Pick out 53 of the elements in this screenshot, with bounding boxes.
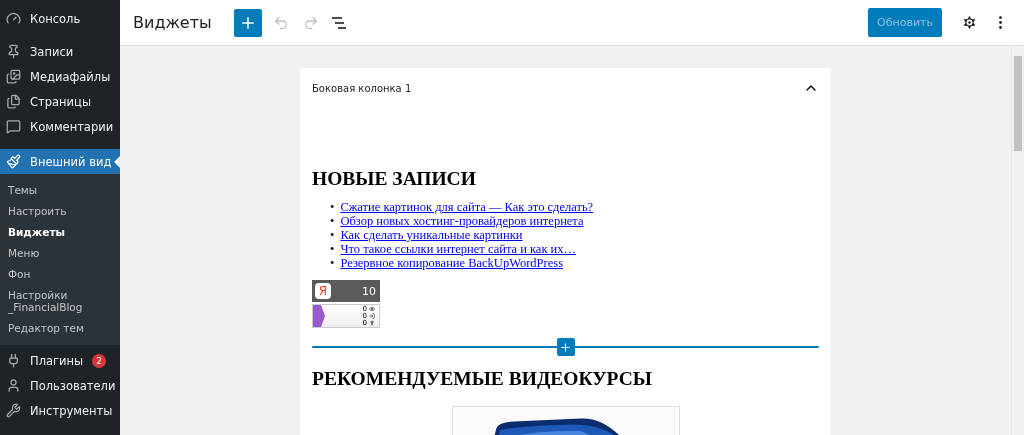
widget-heading: НОВЫЕ ЗАПИСИ xyxy=(312,168,477,190)
list-bullet: • xyxy=(330,214,335,228)
sidebar-item[interactable]: Инструменты xyxy=(0,398,120,423)
post-link[interactable]: Что такое ссылки интернет сайта и как их… xyxy=(340,242,577,256)
logo-mark: Я xyxy=(315,283,331,299)
list-view-icon[interactable] xyxy=(329,15,348,30)
wrench-icon xyxy=(6,403,21,418)
user-icon xyxy=(6,378,21,393)
add-block-button[interactable] xyxy=(233,8,262,37)
plus-icon xyxy=(559,340,572,354)
submenu-item[interactable]: Виджеты xyxy=(0,222,120,243)
list-bullet: • xyxy=(330,228,335,242)
enter-icon xyxy=(369,313,375,319)
submenu-item[interactable]: Меню xyxy=(0,243,120,264)
submenu-item[interactable]: Фон xyxy=(0,264,120,285)
submenu-item[interactable]: Редактор тем xyxy=(0,318,120,339)
list-bullet: • xyxy=(330,256,335,270)
sidebar-item[interactable]: Консоль xyxy=(0,6,120,31)
count-badge: 2 xyxy=(92,353,107,368)
pages-icon xyxy=(6,94,21,109)
plug-icon xyxy=(6,353,21,368)
sidebar-item[interactable]: Комментарии xyxy=(0,114,120,139)
sidebar-item[interactable]: Медиафайлы xyxy=(0,64,120,89)
sidebar-item[interactable]: Внешний вид xyxy=(0,149,120,174)
scrollbar-thumb[interactable] xyxy=(1014,56,1022,151)
scrollbar[interactable] xyxy=(1011,46,1024,435)
submenu-item[interactable]: Настройки _FinancialBlog xyxy=(0,285,120,318)
page-title: Виджеты xyxy=(133,13,212,32)
paintbrush-icon xyxy=(6,154,21,169)
add-block-button[interactable] xyxy=(556,338,575,356)
widget-area-title: Боковая колонка 1 xyxy=(312,82,412,94)
visits-counter[interactable]: Я 10 xyxy=(312,280,380,302)
list-bullet: • xyxy=(330,242,335,256)
submenu-item[interactable]: Настроить xyxy=(0,201,120,222)
sidebar-item[interactable]: Записи xyxy=(0,39,120,64)
submenu-item[interactable]: Темы xyxy=(0,180,120,201)
chart-badge-icon xyxy=(313,305,325,327)
eye-icon xyxy=(369,306,375,312)
post-link[interactable]: Как сделать уникальные картинки xyxy=(340,228,523,242)
images-icon xyxy=(6,69,21,84)
comment-icon xyxy=(6,119,21,134)
list-bullet: • xyxy=(330,200,335,214)
counter-value: 10 xyxy=(362,284,376,298)
sidebar-item[interactable]: Страницы xyxy=(0,89,120,114)
post-link[interactable]: Сжатие картинок для сайта — Как это сделать? xyxy=(340,200,594,214)
sidebar-item[interactable]: Плагины 2 xyxy=(0,348,120,373)
widget-heading: РЕКОМЕНДУЕМЫЕ ВИДЕОКУРСЫ xyxy=(312,368,653,390)
post-link[interactable]: Резервное копирование BackUpWordPress xyxy=(340,256,563,270)
post-link[interactable]: Обзор новых хостинг-провайдеров интернета xyxy=(340,214,584,228)
gauge-icon xyxy=(6,11,21,26)
person-icon xyxy=(369,320,375,326)
pin-icon xyxy=(6,44,21,59)
sidebar-item[interactable]: Пользователи xyxy=(0,373,120,398)
